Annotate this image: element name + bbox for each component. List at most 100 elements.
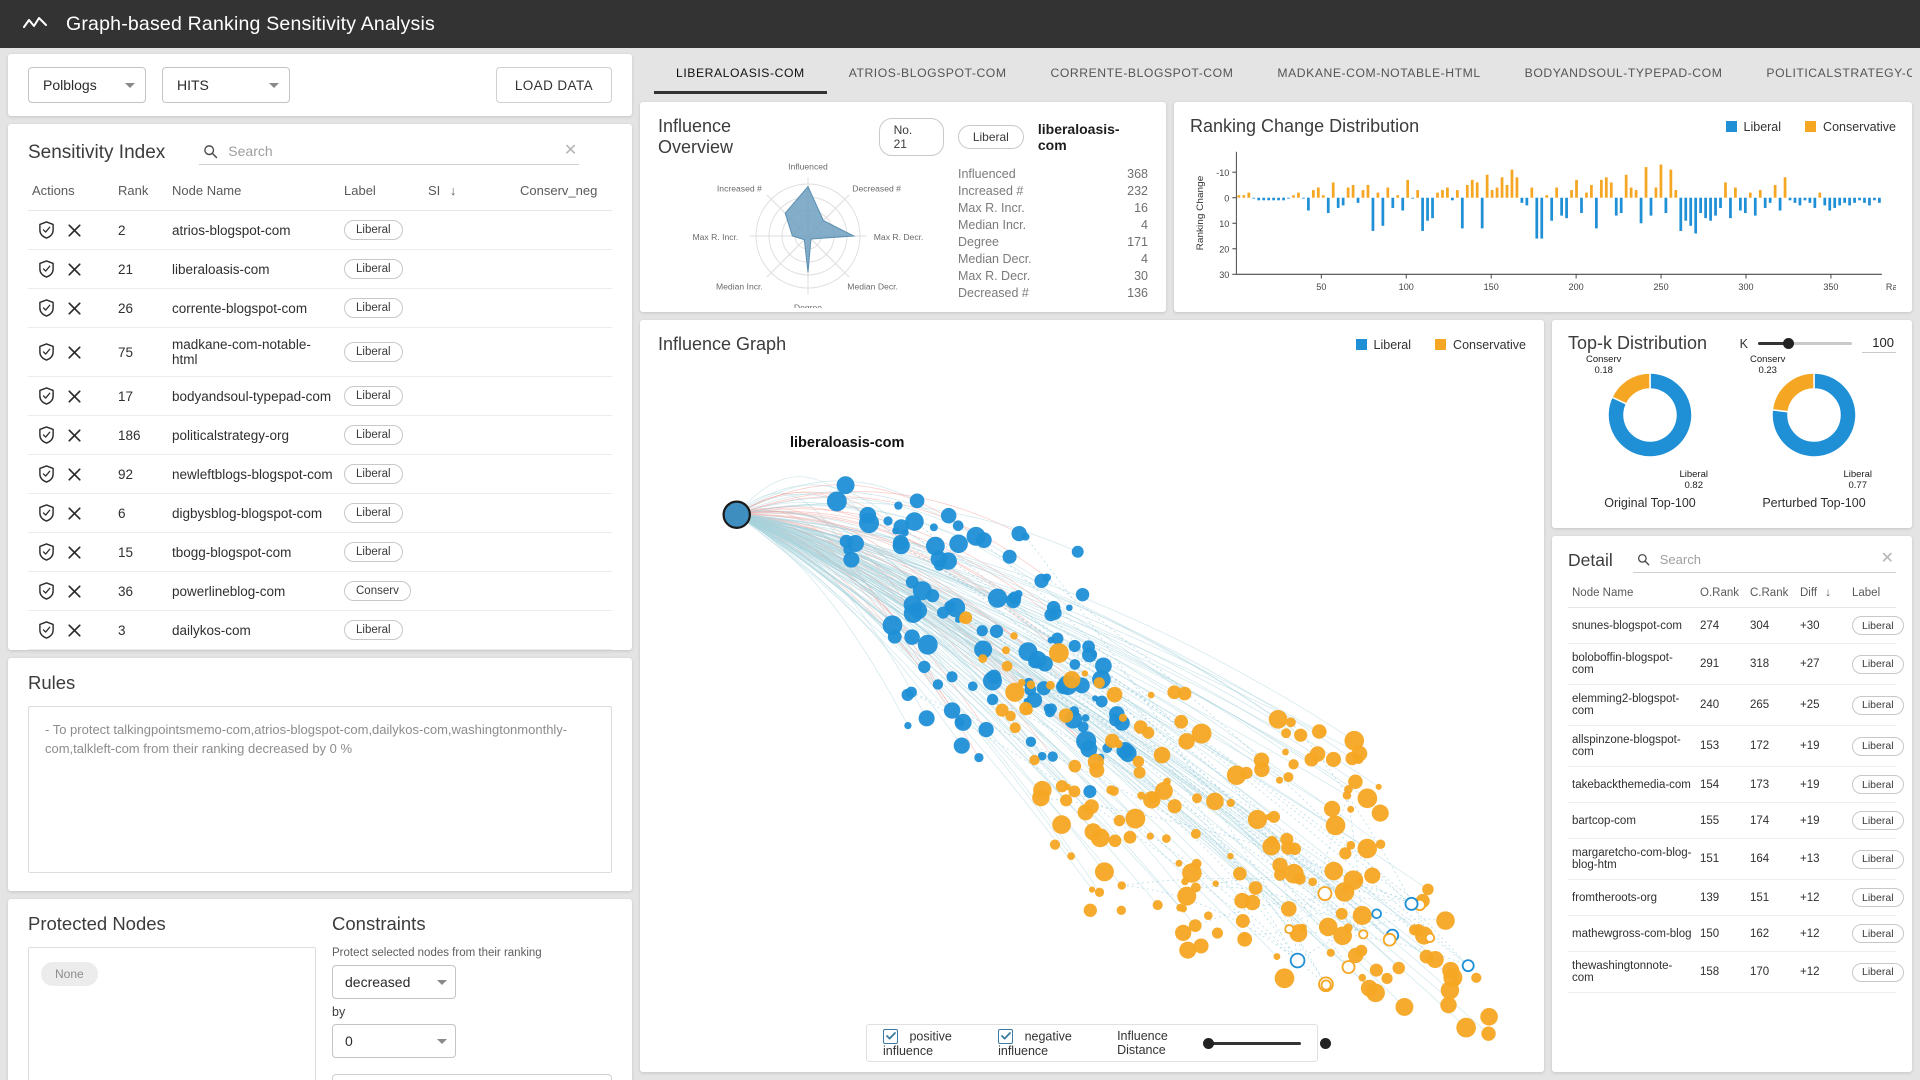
col-diff[interactable]: Diff ↓: [1796, 579, 1848, 608]
remove-close-icon[interactable]: [67, 467, 82, 482]
protect-shield-icon[interactable]: [38, 299, 55, 317]
k-value-input[interactable]: 100: [1862, 335, 1896, 353]
table-row[interactable]: boloboffin-blogspot-com 291 318 +27 Liberal: [1568, 643, 1904, 685]
positive-influence-toggle[interactable]: positive influence: [883, 1028, 980, 1058]
protected-nodes-box[interactable]: None: [28, 947, 316, 1080]
protect-shield-icon[interactable]: [38, 426, 55, 444]
table-row[interactable]: 92 newleftblogs-blogspot-com Liberal: [28, 454, 612, 494]
protect-shield-icon[interactable]: [38, 543, 55, 561]
table-row[interactable]: 26 corrente-blogspot-com Liberal: [28, 288, 612, 328]
remove-close-icon[interactable]: [67, 262, 82, 277]
col-label[interactable]: Label: [340, 173, 424, 211]
cell-rank: 75: [114, 327, 168, 377]
cell-crank: 174: [1746, 802, 1796, 839]
col-conserv-neg[interactable]: Conserv_neg: [516, 173, 612, 211]
tab-madkane-com-notable-html[interactable]: MADKANE-COM-NOTABLE-HTML: [1255, 66, 1502, 94]
cell-label: Liberal: [340, 327, 424, 377]
remove-close-icon[interactable]: [67, 301, 82, 316]
load-data-button[interactable]: LOAD DATA: [495, 67, 612, 103]
col-rank[interactable]: Rank: [114, 173, 168, 211]
tab-liberaloasis-com[interactable]: LIBERALOASIS-COM: [654, 66, 827, 94]
detail-search-input[interactable]: Search: [1660, 552, 1881, 567]
table-row[interactable]: 21 liberaloasis-com Liberal: [28, 249, 612, 289]
update-constraints-button[interactable]: UPDATE CONSTRAINTS: [332, 1074, 612, 1080]
table-row[interactable]: fromtheroots-org 139 151 +12 Liberal: [1568, 879, 1904, 916]
cell-label: Liberal: [340, 415, 424, 455]
influence-distance-slider[interactable]: Influence Distance: [1117, 1029, 1331, 1057]
tab-politicalstrategy-org[interactable]: POLITICALSTRATEGY-ORG: [1744, 66, 1912, 94]
table-row[interactable]: allspinzone-blogspot-com 153 172 +19 Liberal: [1568, 725, 1904, 767]
k-slider-track[interactable]: [1758, 338, 1852, 349]
protect-shield-icon[interactable]: [38, 504, 55, 522]
constraint-amount-select[interactable]: 0: [332, 1024, 456, 1058]
svg-text:250: 250: [1653, 282, 1668, 292]
protect-shield-icon[interactable]: [38, 260, 55, 278]
protect-shield-icon[interactable]: [38, 465, 55, 483]
table-row[interactable]: mathewgross-com-blog 150 162 +12 Liberal: [1568, 915, 1904, 952]
cell-label: Liberal: [340, 249, 424, 289]
remove-close-icon[interactable]: [67, 506, 82, 521]
protect-shield-icon[interactable]: [38, 343, 55, 361]
tab-atrios-blogspot-com[interactable]: ATRIOS-BLOGSPOT-COM: [827, 66, 1029, 94]
col-orank[interactable]: O.Rank: [1696, 579, 1746, 608]
col-node-name[interactable]: Node Name: [1568, 579, 1696, 608]
algorithm-select[interactable]: HITS: [162, 67, 290, 103]
table-row[interactable]: 2 atrios-blogspot-com Liberal: [28, 210, 612, 250]
constraints-section: Constraints Protect selected nodes from …: [332, 913, 612, 1080]
table-row[interactable]: margaretcho-com-blog-blog-htm 151 164 +13 Li…: [1568, 838, 1904, 880]
clear-search-icon[interactable]: ✕: [1881, 551, 1894, 567]
influence-graph-canvas[interactable]: liberaloasis-com: [658, 355, 1526, 1058]
remove-close-icon[interactable]: [67, 623, 82, 638]
table-row[interactable]: 75 madkane-com-notable-html Liberal: [28, 327, 612, 377]
table-row[interactable]: takebackthemedia-com 154 173 +19 Liberal: [1568, 766, 1904, 803]
k-slider-knob[interactable]: [1783, 338, 1794, 349]
slider-track[interactable]: [1202, 1037, 1331, 1049]
table-row[interactable]: 15 tbogg-blogspot-com Liberal: [28, 532, 612, 572]
svg-text:10: 10: [1219, 219, 1229, 229]
stat-value: 136: [1127, 285, 1148, 300]
sensitivity-search[interactable]: Search ✕: [199, 140, 580, 165]
table-row[interactable]: 3 dailykos-com Liberal: [28, 610, 612, 650]
col-crank[interactable]: C.Rank: [1746, 579, 1796, 608]
detail-search[interactable]: Search ✕: [1632, 548, 1896, 573]
table-row[interactable]: 17 bodyandsoul-typepad-com Liberal: [28, 376, 612, 416]
protect-shield-icon[interactable]: [38, 387, 55, 405]
col-si[interactable]: SI ↓: [424, 173, 516, 211]
cell-label: Liberal: [340, 288, 424, 328]
slider-knob-left[interactable]: [1202, 1037, 1214, 1049]
protect-shield-icon[interactable]: [38, 221, 55, 239]
cell-conserv-neg: [516, 288, 612, 328]
negative-influence-toggle[interactable]: negative influence: [998, 1028, 1099, 1058]
remove-close-icon[interactable]: [67, 584, 82, 599]
col-node-name[interactable]: Node Name: [168, 173, 340, 211]
col-label[interactable]: Label: [1848, 579, 1896, 608]
table-row[interactable]: thewashingtonnote-com 158 170 +12 Liberal: [1568, 951, 1904, 993]
cell-node-name: madkane-com-notable-html: [168, 327, 340, 377]
dataset-select[interactable]: Polblogs: [28, 67, 146, 103]
remove-close-icon[interactable]: [67, 545, 82, 560]
remove-close-icon[interactable]: [67, 223, 82, 238]
donut-label-conserv: Conserv 0.18: [1586, 354, 1622, 376]
table-row[interactable]: snunes-blogspot-com 274 304 +30 Liberal: [1568, 607, 1904, 644]
cell-diff: +12: [1796, 915, 1848, 952]
label-chip: Liberal: [1852, 962, 1904, 982]
tab-bodyandsoul-typepad-com[interactable]: BODYANDSOUL-TYPEPAD-COM: [1503, 66, 1745, 94]
protect-shield-icon[interactable]: [38, 582, 55, 600]
row-actions: [28, 454, 114, 494]
constraint-direction-select[interactable]: decreased: [332, 965, 456, 999]
remove-close-icon[interactable]: [67, 345, 82, 360]
clear-search-icon[interactable]: ✕: [564, 143, 577, 159]
table-row[interactable]: bartcop-com 155 174 +19 Liberal: [1568, 802, 1904, 839]
remove-close-icon[interactable]: [67, 389, 82, 404]
slider-knob-right[interactable]: [1319, 1037, 1331, 1049]
table-row[interactable]: 36 powerlineblog-com Conserv: [28, 571, 612, 611]
tab-corrente-blogspot-com[interactable]: CORRENTE-BLOGSPOT-COM: [1029, 66, 1256, 94]
sensitivity-search-input[interactable]: Search: [228, 143, 564, 159]
table-row[interactable]: elemming2-blogspot-com 240 265 +25 Liberal: [1568, 684, 1904, 726]
protect-shield-icon[interactable]: [38, 621, 55, 639]
table-row[interactable]: 6 digbysblog-blogspot-com Liberal: [28, 493, 612, 533]
table-row[interactable]: 186 politicalstrategy-org Liberal: [28, 415, 612, 455]
stat-key: Median Decr.: [958, 251, 1032, 266]
remove-close-icon[interactable]: [67, 428, 82, 443]
cell-label: Liberal: [1848, 607, 1904, 644]
